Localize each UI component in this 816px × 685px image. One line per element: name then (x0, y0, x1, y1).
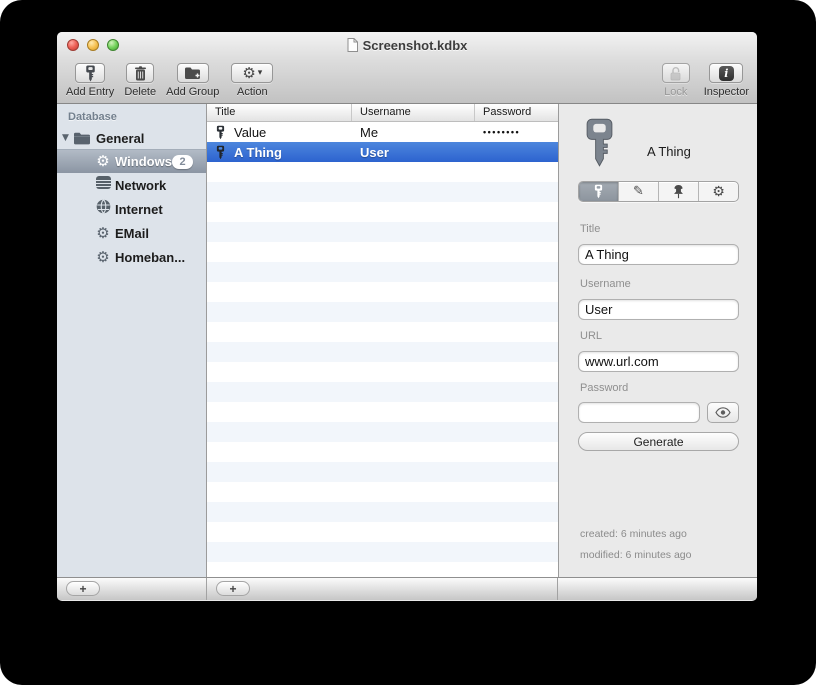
sidebar-footer: + (57, 578, 207, 600)
bottom-bar: + + (57, 577, 757, 600)
entry-count-badge: 2 (172, 155, 193, 169)
sidebar-item-windows[interactable]: ⚙ Windows 2 (57, 149, 206, 173)
pushpin-icon (674, 185, 683, 199)
sidebar-group-label: General (96, 130, 145, 146)
title-field[interactable] (578, 244, 739, 265)
inspector-tab-bar: ✎ ⚙ (578, 181, 739, 202)
key-icon (85, 65, 95, 81)
column-header-title[interactable]: Title (207, 104, 352, 121)
close-button[interactable] (67, 39, 79, 51)
title-field-label: Title (580, 223, 601, 235)
traffic-lights (67, 39, 119, 51)
delete-label: Delete (124, 86, 157, 98)
table-body: Value Me •••••••• A Thing User (207, 122, 558, 577)
sidebar-item-network[interactable]: Network (57, 173, 206, 197)
document-icon (347, 38, 358, 52)
add-entry-plus-button[interactable]: + (216, 581, 250, 596)
gear-icon: ⚙ (96, 223, 110, 242)
sidebar-section-header: Database (68, 111, 117, 123)
password-field[interactable] (578, 402, 700, 423)
tab-general[interactable] (579, 182, 619, 201)
entry-title: A Thing (234, 144, 282, 160)
table-header: Title Username Password (207, 104, 558, 122)
sidebar: Database ▼ General ⚙ Windows 2 Network I… (57, 104, 207, 577)
eye-icon (715, 407, 731, 418)
gear-icon: ⚙ (242, 63, 256, 82)
column-header-password[interactable]: Password (475, 104, 558, 121)
content-area: Database ▼ General ⚙ Windows 2 Network I… (57, 104, 757, 577)
entry-password-masked: •••••••• (483, 127, 521, 137)
inspector-toggle-button[interactable]: i Inspector (704, 63, 749, 98)
titlebar[interactable]: Screenshot.kdbx (57, 32, 757, 58)
key-icon (216, 125, 225, 139)
lock-label: Lock (664, 86, 688, 98)
show-password-button[interactable] (707, 402, 739, 423)
key-icon (586, 118, 613, 167)
trash-icon (134, 65, 146, 80)
globe-icon (95, 199, 111, 219)
password-field-label: Password (580, 382, 629, 394)
key-icon (594, 184, 603, 199)
url-field-label: URL (580, 330, 603, 342)
info-icon: i (718, 65, 734, 81)
add-group-button[interactable]: Add Group (166, 63, 219, 98)
window-title-text: Screenshot.kdbx (362, 37, 468, 53)
gear-icon: ⚙ (712, 183, 725, 200)
folder-plus-icon (185, 67, 201, 79)
sidebar-item-email[interactable]: ⚙ EMail (57, 221, 206, 245)
sidebar-item-homebanking[interactable]: ⚙ Homeban... (57, 245, 206, 269)
table-row-selected[interactable]: A Thing User (207, 142, 558, 162)
entry-username: User (360, 144, 389, 160)
sidebar-item-label: Internet (115, 201, 163, 217)
disclosure-triangle-icon[interactable]: ▼ (62, 133, 69, 143)
network-icon (95, 176, 111, 194)
add-entry-button[interactable]: Add Entry (66, 63, 114, 98)
sidebar-item-label: EMail (115, 225, 149, 241)
column-header-username[interactable]: Username (352, 104, 475, 121)
lock-button: Lock (661, 63, 690, 98)
gear-icon: ⚙ (96, 152, 110, 170)
tab-notes[interactable]: ✎ (619, 182, 659, 201)
app-window: Screenshot.kdbx Add Entry Delete Add Gro… (57, 32, 757, 601)
unlock-icon (670, 66, 681, 80)
username-field[interactable] (578, 299, 739, 320)
gear-icon: ⚙ (96, 247, 110, 266)
key-icon (216, 145, 225, 159)
sidebar-item-label: Homeban... (115, 249, 186, 265)
tab-attachments[interactable] (659, 182, 699, 201)
created-timestamp: created: 6 minutes ago (580, 528, 687, 540)
sidebar-group-general[interactable]: ▼ General (57, 128, 206, 148)
generate-password-button[interactable]: Generate (578, 432, 739, 451)
sidebar-item-label: Network (115, 177, 167, 193)
delete-button[interactable]: Delete (124, 63, 156, 98)
screenshot-background: Screenshot.kdbx Add Entry Delete Add Gro… (0, 0, 816, 685)
inspector-entry-title: A Thing (647, 144, 691, 159)
entry-table: Title Username Password Value Me •••••••… (207, 104, 558, 577)
table-footer: + (207, 578, 558, 600)
url-field[interactable] (578, 351, 739, 372)
entry-title: Value (234, 124, 267, 140)
add-entry-label: Add Entry (66, 86, 115, 98)
modified-timestamp: modified: 6 minutes ago (580, 549, 692, 561)
folder-icon (74, 132, 90, 145)
chevron-down-icon: ▾ (257, 67, 263, 78)
inspector-footer (558, 578, 757, 600)
inspector-panel: A Thing ✎ ⚙ Title A Thing Username User … (558, 104, 757, 577)
entry-username: Me (360, 124, 379, 140)
toolbar: Add Entry Delete Add Group ⚙ ▾ Action Lo… (57, 58, 757, 104)
username-field-label: Username (580, 278, 631, 290)
zoom-button[interactable] (107, 39, 119, 51)
add-group-label: Add Group (166, 86, 220, 98)
pencil-icon: ✎ (633, 184, 644, 199)
sidebar-item-internet[interactable]: Internet (57, 197, 206, 221)
add-group-plus-button[interactable]: + (66, 581, 100, 596)
sidebar-item-label: Windows (115, 154, 172, 169)
tab-advanced[interactable]: ⚙ (699, 182, 738, 201)
inspector-label: Inspector (703, 86, 749, 98)
table-row[interactable]: Value Me •••••••• (207, 122, 558, 142)
minimize-button[interactable] (87, 39, 99, 51)
action-menu-button[interactable]: ⚙ ▾ Action (231, 63, 274, 98)
action-label: Action (237, 86, 268, 98)
window-title: Screenshot.kdbx (57, 32, 757, 58)
